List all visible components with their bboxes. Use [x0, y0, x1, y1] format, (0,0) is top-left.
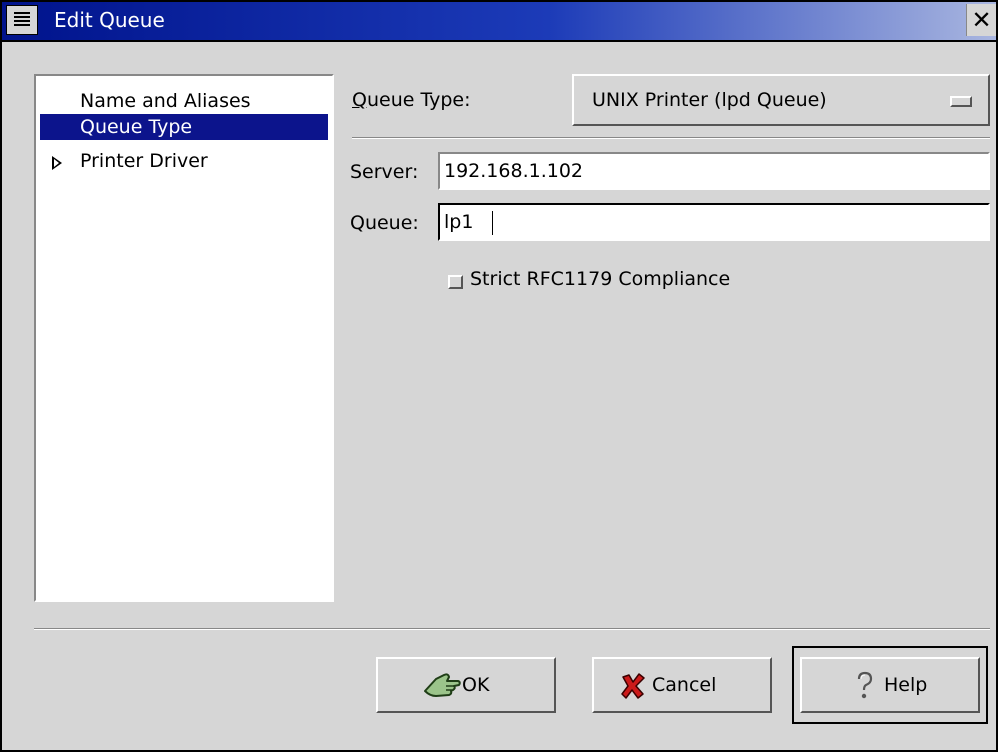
close-icon[interactable]: ✕ [966, 4, 996, 36]
option-menu-indicator-icon [950, 96, 972, 107]
queue-type-label: Queue Type: [352, 89, 471, 111]
window-menu-icon[interactable] [6, 5, 38, 35]
cancel-button[interactable]: Cancel [592, 657, 772, 713]
ok-hand-icon [422, 669, 462, 701]
tree-item-label: Queue Type [80, 116, 193, 138]
queue-field[interactable] [438, 203, 990, 241]
separator [352, 137, 990, 139]
strict-rfc-label: Strict RFC1179 Compliance [470, 268, 731, 290]
cancel-label: Cancel [652, 674, 717, 696]
help-button[interactable]: Help [800, 657, 980, 713]
bottom-separator [34, 628, 990, 630]
queue-type-option-menu[interactable]: UNIX Printer (lpd Queue) [572, 74, 990, 126]
title-bar[interactable]: Edit Queue ✕ [2, 2, 996, 42]
text-caret [492, 211, 493, 235]
server-field[interactable] [438, 152, 990, 190]
help-label: Help [884, 674, 928, 696]
queue-input[interactable] [444, 207, 984, 237]
help-question-icon [854, 671, 876, 701]
checkbox-indicator-icon[interactable] [448, 275, 463, 289]
tree-item-name-and-aliases[interactable]: Name and Aliases [40, 88, 328, 114]
edit-queue-dialog: Edit Queue ✕ Name and Aliases Queue Type… [0, 0, 998, 752]
ok-label: OK [462, 674, 490, 696]
cancel-x-icon [620, 673, 646, 699]
server-label: Server: [350, 161, 419, 183]
tree-item-label: Printer Driver [80, 150, 208, 172]
ok-button[interactable]: OK [376, 657, 556, 713]
window-title: Edit Queue [54, 8, 165, 32]
tree-item-label: Name and Aliases [80, 90, 251, 112]
tree-item-queue-type[interactable]: Queue Type [40, 114, 328, 140]
queue-type-value: UNIX Printer (lpd Queue) [592, 89, 827, 111]
tree-item-printer-driver[interactable]: Printer Driver [40, 148, 328, 174]
server-input[interactable] [444, 156, 984, 186]
expander-arrow-icon[interactable] [52, 156, 62, 170]
category-tree[interactable]: Name and Aliases Queue Type Printer Driv… [34, 74, 334, 602]
queue-label: Queue: [350, 212, 419, 234]
